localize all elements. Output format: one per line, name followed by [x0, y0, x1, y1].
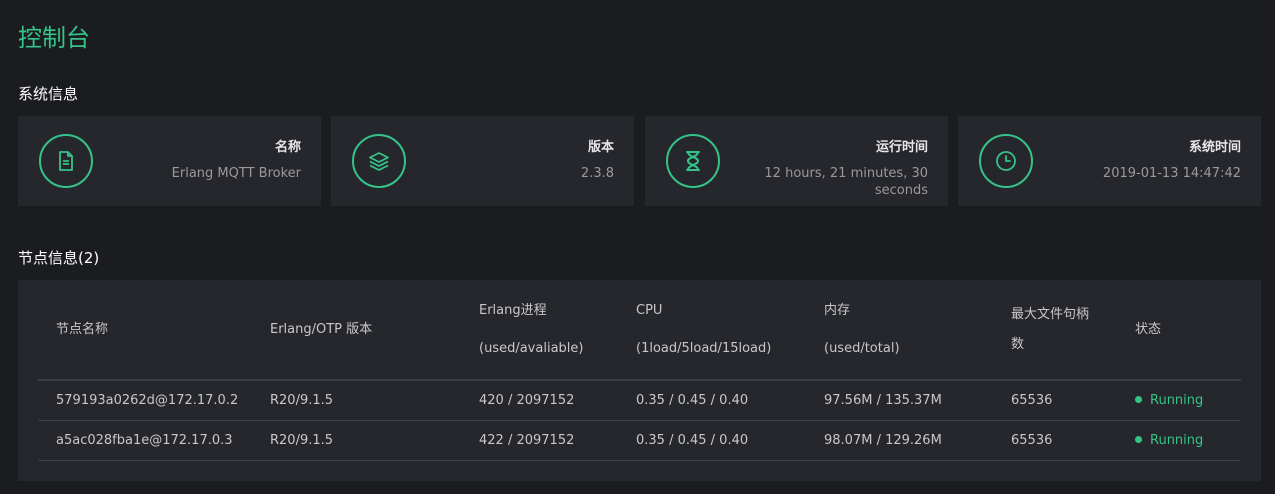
- col-memory-label: 内存: [824, 302, 851, 318]
- max-files-cell: 65536: [993, 380, 1117, 421]
- card-version: 版本 2.3.8: [331, 116, 634, 206]
- status-label: Running: [1150, 392, 1204, 408]
- table-row: a5ac028fba1e@172.17.0.3 R20/9.1.5 422 / …: [38, 420, 1241, 461]
- card-name: 名称 Erlang MQTT Broker: [18, 116, 321, 206]
- nodes-table: 节点名称 Erlang/OTP 版本 Erlang进程 (used/avalia…: [38, 280, 1241, 461]
- col-max-files: 最大文件句柄 数: [993, 280, 1117, 381]
- col-erlang-process-label: Erlang进程: [479, 302, 547, 318]
- col-status: 状态: [1117, 280, 1241, 381]
- system-info-cards: 名称 Erlang MQTT Broker 版本 2.3.8 运行时间 12 h…: [18, 116, 1261, 206]
- table-row: 579193a0262d@172.17.0.2 R20/9.1.5 420 / …: [38, 380, 1241, 421]
- status-dot-icon: [1135, 435, 1142, 443]
- col-cpu-label: CPU: [636, 302, 663, 318]
- process-cell: 420 / 2097152: [461, 380, 618, 421]
- card-label: 名称: [274, 140, 301, 155]
- col-memory: 内存 (used/total): [806, 280, 993, 381]
- node-name-cell: 579193a0262d@172.17.0.2: [38, 380, 252, 421]
- memory-cell: 98.07M / 129.26M: [806, 420, 993, 461]
- col-max-files-sub: 数: [1011, 336, 1025, 352]
- document-icon: [39, 134, 93, 188]
- cpu-cell: 0.35 / 0.45 / 0.40: [618, 380, 806, 421]
- card-uptime: 运行时间 12 hours, 21 minutes, 30 seconds: [645, 116, 948, 206]
- col-otp-version: Erlang/OTP 版本: [252, 280, 461, 381]
- status-cell: Running: [1117, 380, 1241, 421]
- nodes-table-panel: 节点名称 Erlang/OTP 版本 Erlang进程 (used/avalia…: [18, 280, 1261, 481]
- status-dot-icon: [1135, 395, 1142, 403]
- otp-cell: R20/9.1.5: [252, 420, 461, 461]
- col-cpu: CPU (1load/5load/15load): [618, 280, 806, 381]
- card-value: 2.3.8: [580, 166, 614, 181]
- col-max-files-label: 最大文件句柄: [1011, 306, 1090, 322]
- col-memory-sub: (used/total): [824, 340, 900, 356]
- col-erlang-process: Erlang进程 (used/avaliable): [461, 280, 618, 381]
- card-system-time: 系统时间 2019-01-13 14:47:42: [958, 116, 1261, 206]
- node-name-cell: a5ac028fba1e@172.17.0.3: [38, 420, 252, 461]
- card-label: 版本: [587, 140, 614, 155]
- status-cell: Running: [1117, 420, 1241, 461]
- node-info-title: 节点信息(2): [18, 249, 100, 267]
- page-title: 控制台: [18, 24, 90, 52]
- system-info-title: 系统信息: [18, 85, 79, 103]
- dashboard-page: 控制台 系统信息 名称 Erlang MQTT Broker 版本 2.3.8: [0, 0, 1275, 494]
- max-files-cell: 65536: [993, 420, 1117, 461]
- card-value: 12 hours, 21 minutes, 30 seconds: [764, 166, 928, 198]
- col-erlang-process-sub: (used/avaliable): [479, 340, 584, 356]
- table-header-row: 节点名称 Erlang/OTP 版本 Erlang进程 (used/avalia…: [38, 280, 1241, 381]
- card-label: 运行时间: [875, 140, 928, 155]
- process-cell: 422 / 2097152: [461, 420, 618, 461]
- col-node-name: 节点名称: [38, 280, 252, 381]
- clock-icon: [979, 134, 1033, 188]
- layers-icon: [352, 134, 406, 188]
- card-label: 系统时间: [1188, 140, 1241, 155]
- card-value: Erlang MQTT Broker: [171, 166, 301, 181]
- otp-cell: R20/9.1.5: [252, 380, 461, 421]
- cpu-cell: 0.35 / 0.45 / 0.40: [618, 420, 806, 461]
- memory-cell: 97.56M / 135.37M: [806, 380, 993, 421]
- hourglass-icon: [666, 134, 720, 188]
- card-value: 2019-01-13 14:47:42: [1102, 166, 1241, 181]
- col-cpu-sub: (1load/5load/15load): [636, 340, 772, 356]
- status-label: Running: [1150, 432, 1204, 448]
